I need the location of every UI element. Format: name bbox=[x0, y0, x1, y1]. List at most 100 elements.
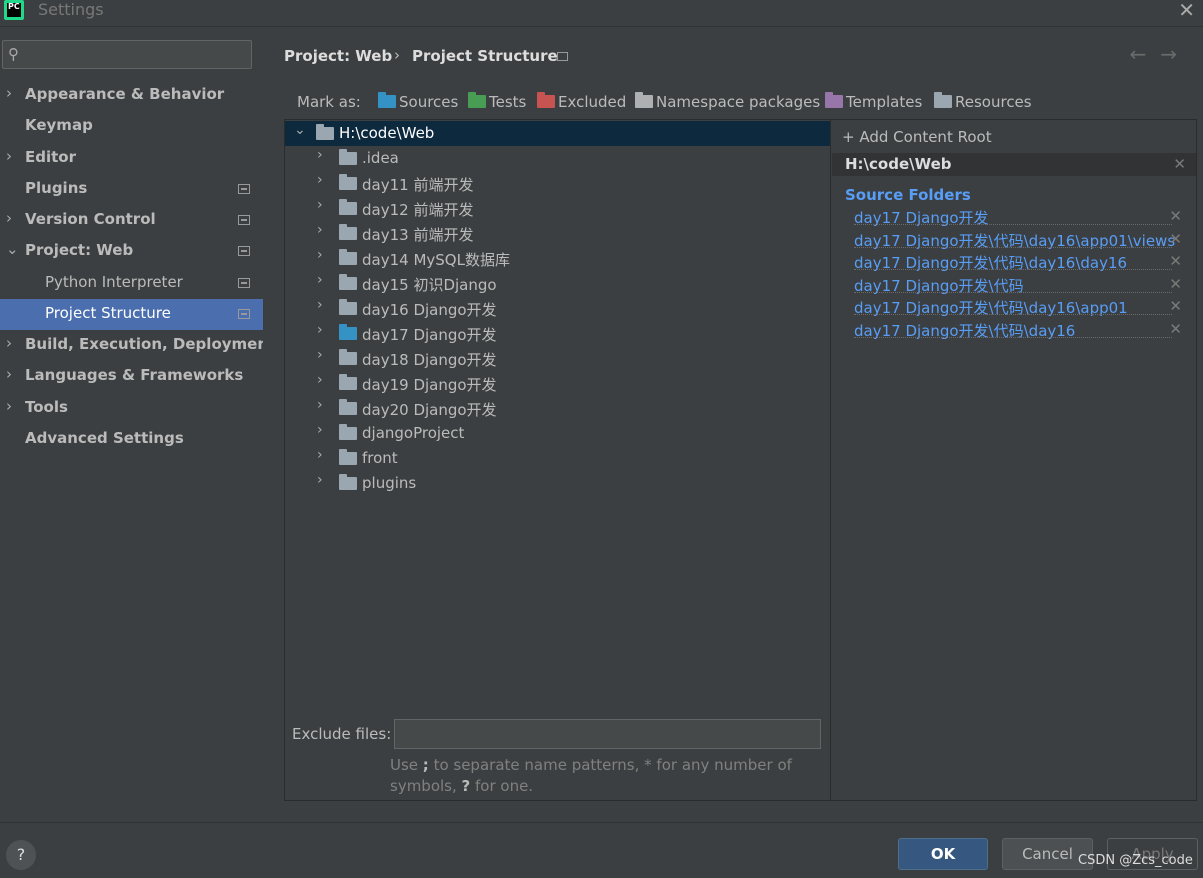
project-level-icon bbox=[238, 309, 250, 319]
remove-source-folder-icon[interactable]: ✕ bbox=[1169, 207, 1182, 225]
remove-source-folder-icon[interactable]: ✕ bbox=[1169, 320, 1182, 338]
source-folder-row[interactable]: day17 Django开发\代码 ✕ bbox=[854, 275, 1194, 297]
chevron-right-icon[interactable]: › bbox=[317, 197, 323, 213]
sidebar-item[interactable]: › Languages & Frameworks bbox=[0, 361, 263, 392]
source-folder-row[interactable]: day17 Django开发\代码\day16\app01\views ✕ bbox=[854, 230, 1194, 252]
tree-row[interactable]: › day12 前端开发 bbox=[285, 196, 830, 221]
tree-row-label: day11 前端开发 bbox=[362, 176, 474, 194]
sidebar-item-label: Advanced Settings bbox=[25, 429, 184, 447]
folder-icon bbox=[339, 324, 357, 340]
sidebar-item[interactable]: Plugins bbox=[0, 174, 263, 205]
tree-row-label: day12 前端开发 bbox=[362, 201, 474, 219]
folder-icon bbox=[339, 174, 357, 190]
sidebar-item[interactable]: › Version Control bbox=[0, 205, 263, 236]
chevron-right-icon[interactable]: › bbox=[317, 297, 323, 313]
tree-root-row[interactable]: ⌄ H:\code\Web bbox=[285, 121, 830, 146]
tree-row[interactable]: › day17 Django开发 bbox=[285, 321, 830, 346]
tree-row-label: day16 Django开发 bbox=[362, 301, 497, 319]
row-divider bbox=[854, 337, 1172, 338]
help-icon[interactable]: ? bbox=[6, 840, 36, 870]
tree-row[interactable]: › day11 前端开发 bbox=[285, 171, 830, 196]
remove-source-folder-icon[interactable]: ✕ bbox=[1169, 297, 1182, 315]
chevron-right-icon[interactable]: › bbox=[317, 147, 323, 163]
search-input[interactable]: ⚲ bbox=[2, 40, 252, 69]
folder-icon bbox=[339, 424, 357, 440]
sidebar-item[interactable]: ⌄ Project: Web bbox=[0, 236, 263, 267]
mark-as-button[interactable]: Resources bbox=[934, 92, 1032, 111]
source-folder-row[interactable]: day17 Django开发\代码\day16\app01 ✕ bbox=[854, 297, 1194, 319]
folder-icon bbox=[468, 92, 486, 108]
chevron-right-icon[interactable]: › bbox=[317, 472, 323, 488]
sidebar-item[interactable]: › Appearance & Behavior bbox=[0, 80, 263, 111]
tree-row[interactable]: › front bbox=[285, 446, 830, 471]
close-icon[interactable]: ✕ bbox=[1178, 0, 1195, 22]
exclude-files-input[interactable] bbox=[394, 719, 821, 749]
source-folder-row[interactable]: day17 Django开发 ✕ bbox=[854, 207, 1194, 229]
remove-root-icon[interactable]: ✕ bbox=[1173, 155, 1186, 173]
mark-as-button[interactable]: Excluded bbox=[537, 92, 626, 111]
tree-row[interactable]: › day18 Django开发 bbox=[285, 346, 830, 371]
tree-row[interactable]: › day14 MySQL数据库 bbox=[285, 246, 830, 271]
chevron-icon[interactable]: › bbox=[6, 365, 12, 383]
chevron-right-icon[interactable]: › bbox=[317, 447, 323, 463]
chevron-icon[interactable]: › bbox=[6, 209, 12, 227]
sidebar-item-label: Appearance & Behavior bbox=[25, 85, 225, 103]
chevron-right-icon[interactable]: › bbox=[317, 422, 323, 438]
tree-row[interactable]: › djangoProject bbox=[285, 421, 830, 446]
remove-source-folder-icon[interactable]: ✕ bbox=[1169, 252, 1182, 270]
source-folder-row[interactable]: day17 Django开发\代码\day16\day16 ✕ bbox=[854, 252, 1194, 274]
tree-row[interactable]: › .idea bbox=[285, 146, 830, 171]
sidebar-item[interactable]: Advanced Settings bbox=[0, 424, 263, 455]
chevron-right-icon[interactable]: › bbox=[317, 172, 323, 188]
sidebar-item[interactable]: › Build, Execution, Deployment bbox=[0, 330, 275, 361]
sidebar-item[interactable]: Keymap bbox=[0, 111, 263, 142]
search-icon: ⚲ bbox=[8, 45, 19, 63]
chevron-right-icon[interactable]: › bbox=[317, 372, 323, 388]
folder-icon bbox=[339, 349, 357, 365]
row-divider bbox=[854, 246, 1172, 248]
tree-row[interactable]: › day19 Django开发 bbox=[285, 371, 830, 396]
tree-row[interactable]: › day15 初识Django bbox=[285, 271, 830, 296]
tree-row[interactable]: › day20 Django开发 bbox=[285, 396, 830, 421]
breadcrumb-project[interactable]: Project: Web bbox=[284, 47, 392, 65]
mark-as-button[interactable]: Namespace packages bbox=[635, 92, 820, 111]
tree-row[interactable]: › day13 前端开发 bbox=[285, 221, 830, 246]
ok-button[interactable]: OK bbox=[898, 838, 988, 870]
main-panel: Project: Web › Project Structure ←→ Mark… bbox=[263, 27, 1203, 822]
project-level-icon bbox=[557, 52, 568, 61]
sidebar-item[interactable]: › Editor bbox=[0, 143, 263, 174]
chevron-right-icon[interactable]: › bbox=[317, 397, 323, 413]
tree-row[interactable]: › plugins bbox=[285, 471, 830, 496]
sidebar-item[interactable]: Project Structure bbox=[0, 299, 263, 330]
mark-as-button[interactable]: Templates bbox=[825, 92, 922, 111]
chevron-right-icon[interactable]: › bbox=[317, 272, 323, 288]
chevron-right-icon[interactable]: › bbox=[317, 222, 323, 238]
chevron-icon[interactable]: ⌄ bbox=[6, 240, 19, 258]
chevron-right-icon[interactable]: › bbox=[317, 247, 323, 263]
sidebar-item[interactable]: Python Interpreter bbox=[0, 268, 263, 299]
chevron-icon[interactable]: › bbox=[6, 334, 12, 352]
sidebar-item[interactable]: › Tools bbox=[0, 393, 263, 424]
add-content-root-button[interactable]: + Add Content Root bbox=[842, 128, 992, 146]
chevron-right-icon[interactable]: › bbox=[317, 347, 323, 363]
chevron-right-icon[interactable]: › bbox=[317, 322, 323, 338]
chevron-icon[interactable]: › bbox=[6, 84, 12, 102]
tree-row[interactable]: › day16 Django开发 bbox=[285, 296, 830, 321]
chevron-icon[interactable]: › bbox=[6, 147, 12, 165]
mark-as-button[interactable]: Sources bbox=[378, 92, 458, 111]
dialog-footer: ? OK Cancel Apply CSDN @Zcs_code bbox=[0, 822, 1203, 878]
remove-source-folder-icon[interactable]: ✕ bbox=[1169, 275, 1182, 293]
mark-as-button[interactable]: Tests bbox=[468, 92, 526, 111]
back-forward-arrows[interactable]: ←→ bbox=[1129, 42, 1191, 66]
chevron-down-icon[interactable]: ⌄ bbox=[294, 122, 306, 138]
chevron-icon[interactable]: › bbox=[6, 397, 12, 415]
remove-source-folder-icon[interactable]: ✕ bbox=[1169, 230, 1182, 248]
folder-icon bbox=[339, 399, 357, 415]
folder-icon bbox=[339, 199, 357, 215]
settings-sidebar: ⚲ › Appearance & Behavior Keymap › Editor Plu… bbox=[0, 27, 275, 822]
mark-as-label: Resources bbox=[955, 93, 1032, 111]
content-roots-panel: + Add Content Root H:\code\Web ✕ Source … bbox=[832, 120, 1196, 800]
exclude-hint: Use ; to separate name patterns, * for a… bbox=[390, 756, 792, 795]
source-folder-row[interactable]: day17 Django开发\代码\day16 ✕ bbox=[854, 320, 1194, 342]
folder-icon bbox=[339, 299, 357, 315]
